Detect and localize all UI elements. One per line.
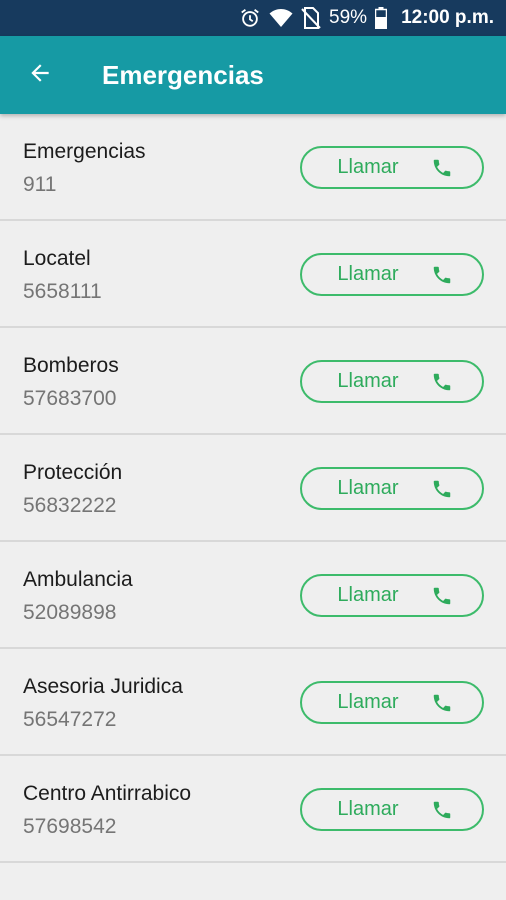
call-button[interactable]: Llamar: [300, 467, 484, 510]
contact-number: 911: [23, 173, 57, 196]
contact-number: 56547272: [23, 708, 117, 731]
list-item: Bomberos 57683700 Llamar: [0, 328, 506, 435]
list-item: Emergencias 911 Llamar: [0, 114, 506, 221]
contact-name: Protección: [23, 461, 123, 484]
wifi-icon: [269, 8, 293, 28]
list-item: Protección 56832222 Llamar: [0, 435, 506, 542]
contact-number: 56832222: [23, 494, 117, 517]
contact-name: Centro Antirrabico: [23, 782, 192, 805]
no-sim-icon: [301, 7, 321, 29]
back-button[interactable]: [0, 36, 80, 114]
call-button-label: Llamar: [337, 477, 399, 499]
phone-icon: [431, 478, 453, 500]
phone-icon: [431, 692, 453, 714]
alarm-icon: [239, 7, 261, 29]
call-button-label: Llamar: [337, 370, 399, 392]
contact-name: Ambulancia: [23, 568, 133, 591]
phone-icon: [431, 157, 453, 179]
clock: 12:00 p.m.: [401, 7, 494, 28]
contact-number: 5658111: [23, 280, 102, 303]
arrow-back-icon: [27, 60, 53, 91]
call-button-label: Llamar: [337, 798, 399, 820]
contact-number: 52089898: [23, 601, 117, 624]
contact-name: Bomberos: [23, 354, 119, 377]
list-item: Asesoria Juridica 56547272 Llamar: [0, 649, 506, 756]
contact-list: Emergencias 911 Llamar Locatel 5658111 L…: [0, 114, 506, 863]
call-button[interactable]: Llamar: [300, 146, 484, 189]
phone-icon: [431, 799, 453, 821]
list-item: Locatel 5658111 Llamar: [0, 221, 506, 328]
contact-name: Emergencias: [23, 140, 146, 163]
page-title: Emergencias: [102, 59, 264, 90]
call-button[interactable]: Llamar: [300, 788, 484, 831]
call-button[interactable]: Llamar: [300, 360, 484, 403]
contact-name: Locatel: [23, 247, 91, 270]
phone-icon: [431, 264, 453, 286]
call-button-label: Llamar: [337, 156, 399, 178]
contact-name: Asesoria Juridica: [23, 675, 183, 698]
phone-icon: [431, 371, 453, 393]
status-bar: 59% 12:00 p.m.: [0, 0, 506, 36]
list-item: Centro Antirrabico 57698542 Llamar: [0, 756, 506, 863]
list-item: Ambulancia 52089898 Llamar: [0, 542, 506, 649]
call-button[interactable]: Llamar: [300, 574, 484, 617]
contact-number: 57683700: [23, 387, 117, 410]
battery-icon: [375, 7, 388, 29]
call-button-label: Llamar: [337, 263, 399, 285]
contact-number: 57698542: [23, 815, 117, 838]
app-bar: Emergencias: [0, 36, 506, 114]
battery-percent: 59%: [329, 7, 368, 28]
call-button[interactable]: Llamar: [300, 681, 484, 724]
phone-icon: [431, 585, 453, 607]
call-button-label: Llamar: [337, 584, 399, 606]
call-button[interactable]: Llamar: [300, 253, 484, 296]
call-button-label: Llamar: [337, 691, 399, 713]
